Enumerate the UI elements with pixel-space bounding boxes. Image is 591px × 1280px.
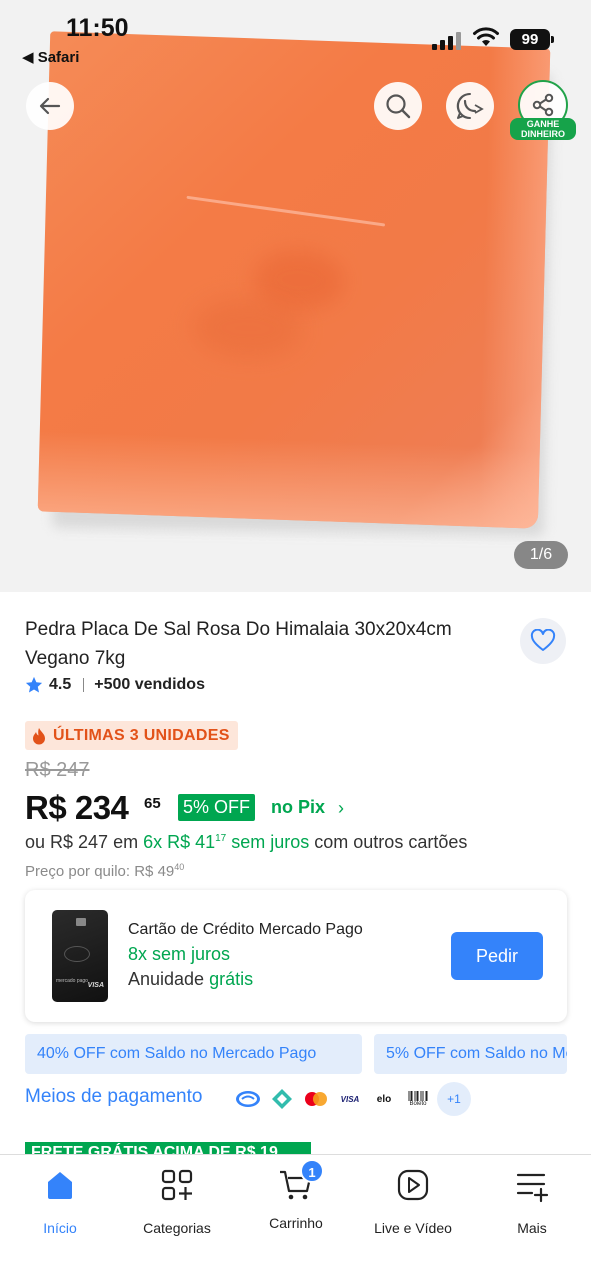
card-offer-annuity: Anuidade grátis — [128, 969, 254, 989]
discount-badge: 5% OFF — [178, 794, 256, 821]
current-price: R$ 234 — [25, 789, 129, 826]
chevron-right-icon[interactable]: › — [338, 798, 344, 819]
sold-count: +500 vendidos — [94, 676, 205, 693]
tab-label: Mais — [517, 1220, 547, 1236]
promo-chip[interactable]: 40% OFF com Saldo no Mercado Pago — [25, 1034, 362, 1074]
tab-label: Início — [43, 1220, 77, 1236]
play-video-icon — [397, 1169, 429, 1201]
status-time: 11:50 — [66, 14, 129, 42]
earn-money-badge[interactable]: GANHE DINHEIRO — [510, 118, 576, 140]
search-icon — [386, 94, 411, 119]
rating-row[interactable]: 4.5 +500 vendidos — [25, 674, 205, 696]
heart-icon — [530, 629, 556, 651]
tab-mais[interactable]: Mais — [477, 1167, 587, 1236]
installments-suffix: com outros cartões — [309, 832, 468, 852]
installments-count: 6x R$ 4117 sem juros — [143, 832, 310, 852]
product-title: Pedra Placa De Sal Rosa Do Himalaia 30x2… — [25, 619, 452, 669]
favorite-button[interactable] — [520, 618, 566, 664]
request-card-button[interactable]: Pedir — [451, 932, 543, 980]
tab-carrinho[interactable]: 1 Carrinho — [241, 1159, 351, 1231]
signal-icon — [432, 30, 464, 50]
divider — [83, 678, 85, 692]
search-button[interactable] — [374, 82, 422, 130]
stock-urgency-badge: ÚLTIMAS 3 UNIDADES — [25, 721, 238, 750]
tab-live-video[interactable]: Live e Vídeo — [358, 1167, 468, 1236]
tab-categorias[interactable]: Categorias — [122, 1167, 232, 1236]
share-icon — [532, 93, 554, 117]
bottom-tab-bar: Início Categorias 1 Carrinho Live e Víde… — [0, 1154, 591, 1280]
star-icon — [25, 676, 43, 693]
tab-label: Live e Vídeo — [374, 1220, 452, 1236]
payment-methods-link[interactable]: Meios de pagamento — [25, 1086, 202, 1108]
current-price-cents: 65 — [144, 795, 161, 812]
boleto-icon: Boleto — [403, 1084, 433, 1114]
flame-icon — [33, 727, 45, 744]
urgency-text: ÚLTIMAS 3 UNIDADES — [53, 726, 230, 744]
price-per-kilo: Preço por quilo: R$ 4940 — [25, 862, 185, 880]
back-button[interactable] — [26, 82, 74, 130]
battery-indicator: 99 — [510, 29, 554, 50]
tab-inicio[interactable]: Início — [5, 1167, 115, 1236]
more-payment-methods[interactable]: +1 — [437, 1082, 471, 1116]
tab-label: Categorias — [143, 1220, 211, 1236]
rating-value: 4.5 — [49, 676, 72, 693]
wifi-icon — [473, 27, 499, 46]
credit-card-offer[interactable]: mercado pago VISA Cartão de Crédito Merc… — [25, 890, 567, 1022]
pix-discount-link[interactable]: no Pix — [271, 797, 325, 818]
pix-icon — [267, 1084, 297, 1114]
credit-card-image: mercado pago VISA — [52, 910, 108, 1002]
mercado-pago-icon — [233, 1084, 263, 1114]
image-counter: 1/6 — [514, 541, 568, 569]
elo-icon: elo — [369, 1084, 399, 1114]
cart-count-badge: 1 — [300, 1159, 324, 1183]
back-to-safari[interactable]: ◀ Safari — [22, 48, 79, 66]
original-price: R$ 247 — [25, 759, 90, 781]
payment-methods-icons[interactable]: VISA elo Boleto +1 — [233, 1082, 471, 1116]
card-offer-title: Cartão de Crédito Mercado Pago — [128, 921, 363, 938]
menu-plus-icon — [516, 1173, 549, 1203]
whatsapp-share-button[interactable] — [446, 82, 494, 130]
categories-icon — [161, 1169, 193, 1201]
whatsapp-icon — [456, 92, 484, 119]
installments-info: ou R$ 247 em 6x R$ 4117 sem juros com ou… — [25, 832, 467, 853]
status-bar: 11:50 ◀ Safari 99 — [0, 0, 591, 70]
home-icon — [48, 1172, 72, 1199]
mastercard-icon — [301, 1084, 331, 1114]
installments-prefix: ou R$ 247 em — [25, 832, 144, 852]
tab-label: Carrinho — [269, 1215, 323, 1231]
product-gallery[interactable]: 11:50 ◀ Safari 99 GANHE DINHEIRO 1/6 — [0, 0, 591, 592]
arrow-left-icon — [39, 97, 61, 115]
promo-chip[interactable]: 5% OFF com Saldo no Mercado Pago — [374, 1034, 567, 1074]
visa-icon: VISA — [335, 1084, 365, 1114]
card-offer-installments: 8x sem juros — [128, 944, 231, 964]
